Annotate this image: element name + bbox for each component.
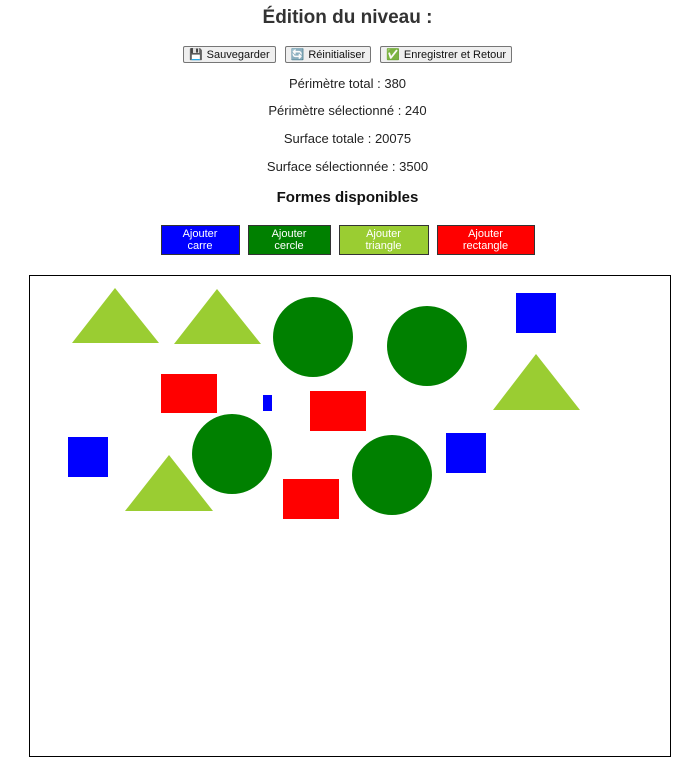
check-icon: ✅ xyxy=(386,48,400,61)
reset-button-label: Réinitialiser xyxy=(308,48,366,61)
rectangle-shape[interactable] xyxy=(161,374,217,413)
reset-button[interactable]: 🔄 Réinitialiser xyxy=(284,46,372,63)
floppy-disk-icon: 💾 xyxy=(188,48,203,61)
triangle-shape[interactable] xyxy=(72,288,159,343)
shapes-canvas[interactable] xyxy=(30,276,670,756)
perimeter-selected: Périmètre sélectionné : 240 xyxy=(268,103,427,118)
circle-shape[interactable] xyxy=(192,414,272,494)
circle-shape[interactable] xyxy=(352,435,432,515)
toolbar: 💾 Sauvegarder 🔄 Réinitialiser ✅ Enregist… xyxy=(0,46,695,63)
area-selected: Surface sélectionnée : 3500 xyxy=(266,159,429,174)
rectangle-shape[interactable] xyxy=(283,479,339,519)
shape-buttons: Ajouter carre Ajouter cercle Ajouter tri… xyxy=(0,225,695,255)
square-shape[interactable] xyxy=(446,433,486,473)
square-shape[interactable] xyxy=(263,395,272,411)
save-and-return-button-label: Enregistrer et Retour xyxy=(403,48,507,61)
square-shape[interactable] xyxy=(516,293,556,333)
add-circle-button[interactable]: Ajouter cercle xyxy=(247,225,331,255)
triangle-shape[interactable] xyxy=(493,354,580,410)
circle-shape[interactable] xyxy=(387,306,467,386)
triangle-shape[interactable] xyxy=(174,289,261,344)
save-button[interactable]: 💾 Sauvegarder xyxy=(182,46,276,63)
shapes-section-title: Formes disponibles xyxy=(276,189,419,206)
level-canvas[interactable] xyxy=(29,275,671,757)
add-square-button[interactable]: Ajouter carre xyxy=(160,225,240,255)
add-rectangle-button[interactable]: Ajouter rectangle xyxy=(436,225,535,255)
add-triangle-button[interactable]: Ajouter triangle xyxy=(338,225,429,255)
circle-shape[interactable] xyxy=(273,297,353,377)
square-shape[interactable] xyxy=(68,437,108,477)
refresh-icon: 🔄 xyxy=(290,48,305,61)
page-title: Édition du niveau : xyxy=(262,7,433,28)
rectangle-shape[interactable] xyxy=(310,391,366,431)
area-total: Surface totale : 20075 xyxy=(283,131,412,146)
save-and-return-button[interactable]: ✅ Enregistrer et Retour xyxy=(380,46,513,63)
save-button-label: Sauvegarder xyxy=(206,48,270,61)
perimeter-total: Périmètre total : 380 xyxy=(288,76,407,91)
